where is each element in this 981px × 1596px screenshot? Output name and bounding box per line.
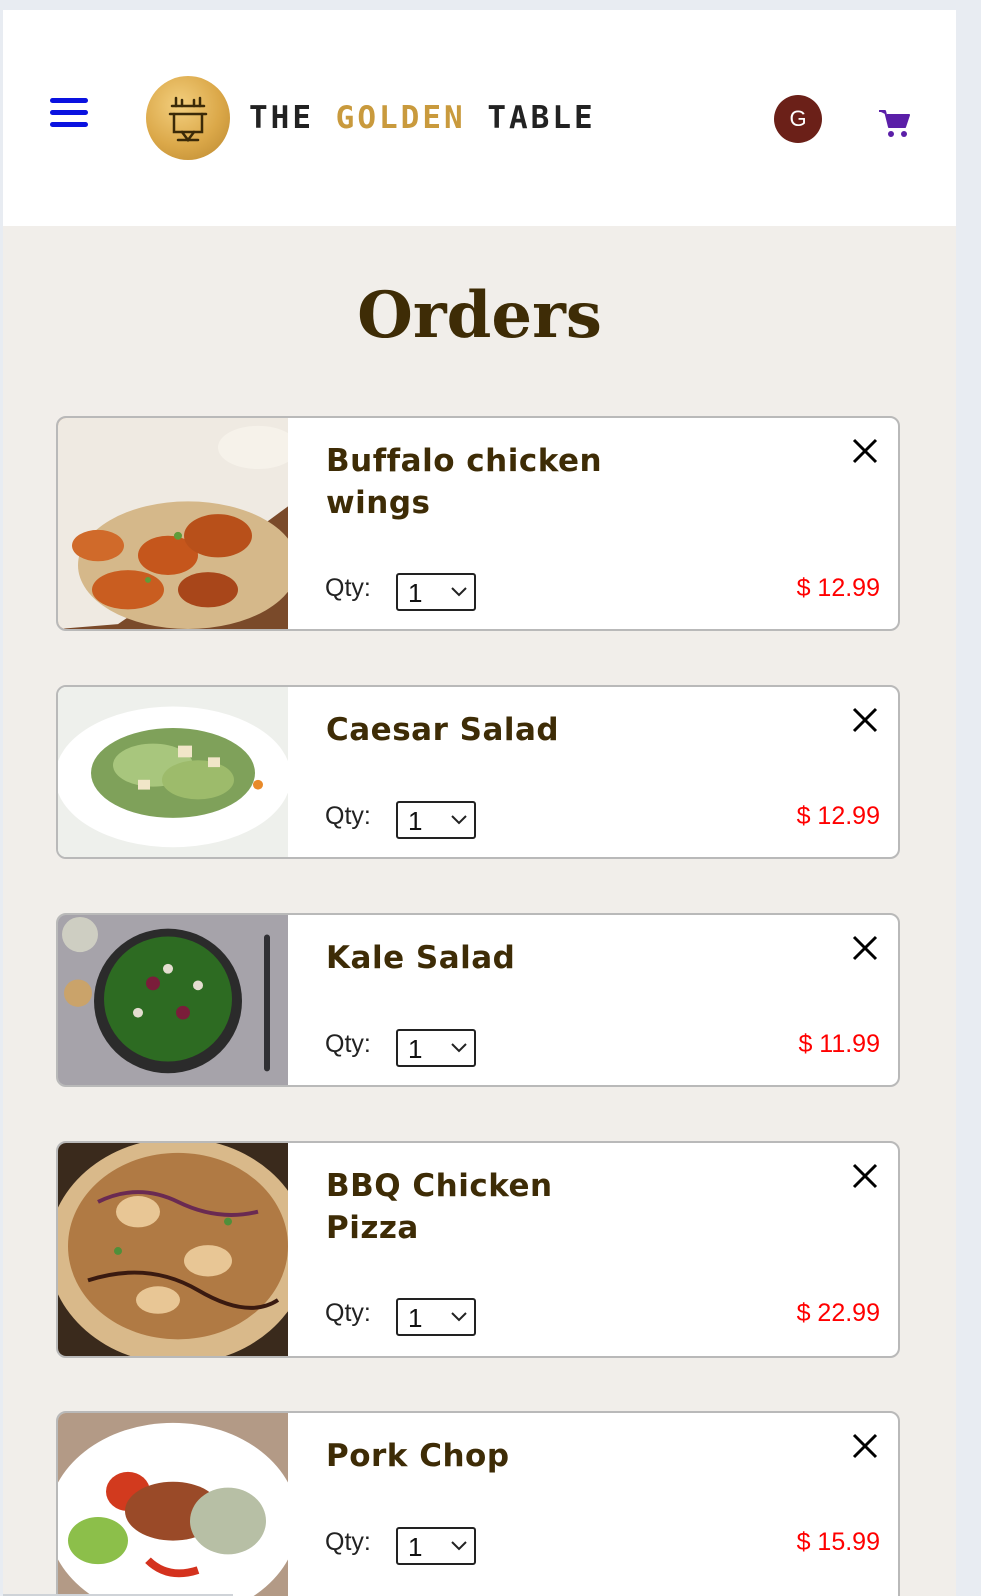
item-price: $ 12.99	[796, 802, 880, 830]
chevron-down-icon	[451, 815, 467, 825]
quantity-value: 1	[408, 1034, 423, 1064]
qty-label: Qty:	[325, 1528, 371, 1556]
brand-word-table: TABLE	[487, 100, 596, 136]
app-viewport: THE GOLDEN TABLE G Orders Buffalo chicke…	[3, 10, 956, 1596]
site-header: THE GOLDEN TABLE G	[3, 10, 956, 226]
logo-icon[interactable]	[146, 76, 230, 160]
food-photo	[58, 418, 288, 629]
item-name: Pork Chop	[326, 1438, 510, 1474]
quantity-select[interactable]: 1	[396, 1527, 476, 1565]
order-card: Buffalo chicken wings Qty: 1 $ 12.99	[56, 416, 900, 631]
food-photo	[58, 1143, 288, 1356]
shopping-cart-icon[interactable]	[877, 107, 911, 139]
item-name: Caesar Salad	[326, 712, 560, 748]
quantity-select[interactable]: 1	[396, 573, 476, 611]
hamburger-menu-icon[interactable]	[50, 98, 88, 132]
close-icon[interactable]	[850, 933, 880, 963]
food-photo	[58, 1413, 288, 1596]
chevron-down-icon	[451, 1043, 467, 1053]
close-icon[interactable]	[850, 1161, 880, 1191]
brand-word-golden: GOLDEN	[335, 100, 466, 136]
quantity-value: 1	[408, 578, 423, 608]
chevron-down-icon	[451, 587, 467, 597]
brand-word-the: THE	[249, 100, 314, 136]
chevron-down-icon	[451, 1541, 467, 1551]
quantity-value: 1	[408, 806, 423, 836]
order-card: Caesar Salad Qty: 1 $ 12.99	[56, 685, 900, 859]
qty-label: Qty:	[325, 574, 371, 602]
item-price: $ 11.99	[798, 1030, 880, 1058]
order-card: Kale Salad Qty: 1 $ 11.99	[56, 913, 900, 1087]
quantity-select[interactable]: 1	[396, 1029, 476, 1067]
close-icon[interactable]	[850, 1431, 880, 1461]
chevron-down-icon	[451, 1312, 467, 1322]
item-name: Kale Salad	[326, 940, 516, 976]
food-photo	[58, 687, 288, 857]
brand-name[interactable]: THE GOLDEN TABLE	[249, 100, 596, 136]
quantity-value: 1	[408, 1303, 423, 1333]
page-title: Orders	[357, 278, 602, 353]
scrollbar-track[interactable]	[956, 10, 981, 1596]
close-icon[interactable]	[850, 705, 880, 735]
quantity-value: 1	[408, 1532, 423, 1562]
order-card: BBQ Chicken Pizza Qty: 1 $ 22.99	[56, 1141, 900, 1358]
quantity-select[interactable]: 1	[396, 1298, 476, 1336]
qty-label: Qty:	[325, 802, 371, 830]
item-price: $ 22.99	[796, 1299, 880, 1327]
qty-label: Qty:	[325, 1030, 371, 1058]
item-price: $ 12.99	[796, 574, 880, 602]
qty-label: Qty:	[325, 1299, 371, 1327]
order-card: Pork Chop Qty: 1 $ 15.99	[56, 1411, 900, 1596]
quantity-select[interactable]: 1	[396, 801, 476, 839]
item-name: BBQ Chicken Pizza	[326, 1168, 553, 1246]
item-price: $ 15.99	[796, 1528, 880, 1556]
close-icon[interactable]	[850, 436, 880, 466]
item-name: Buffalo chicken wings	[326, 443, 603, 521]
user-avatar[interactable]: G	[774, 95, 822, 143]
food-photo	[58, 915, 288, 1085]
